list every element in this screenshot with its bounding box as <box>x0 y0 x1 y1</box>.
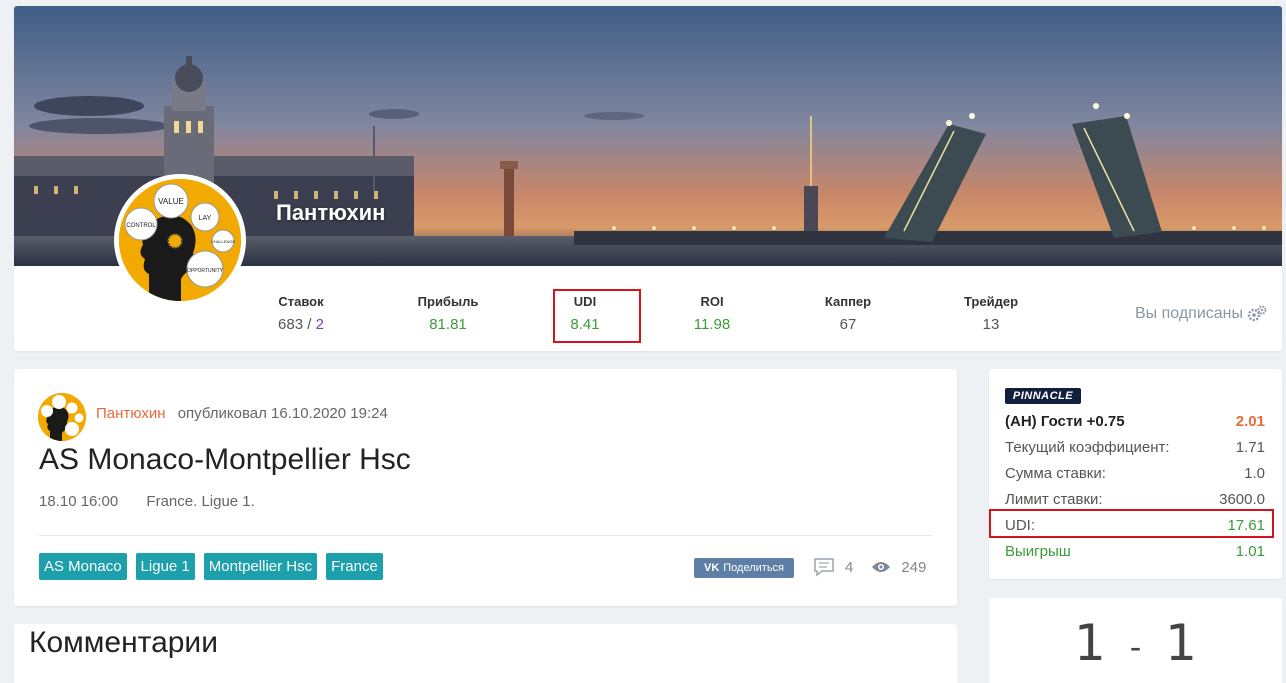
post-card: Пантюхин опубликовал 16.10.2020 19:24 AS… <box>14 369 957 606</box>
comments-card: Комментарии <box>14 624 957 683</box>
stat-profit: Прибыль 81.81 <box>403 294 493 333</box>
udi-highlight-box <box>553 289 641 343</box>
match-league: France. Ligue 1. <box>146 493 255 510</box>
stat-bets-extra[interactable]: 2 <box>316 316 324 333</box>
tag-as-monaco[interactable]: AS Monaco <box>39 553 127 580</box>
bet-row-value: 3600.0 <box>1219 491 1265 508</box>
bet-row-value: 1.01 <box>1235 543 1265 560</box>
vk-share-button[interactable]: VK Поделиться <box>694 558 794 578</box>
stat-trader: Трейдер 13 <box>946 294 1036 333</box>
bet-row-label: Текущий коэффициент: <box>1005 439 1170 456</box>
share-label: Поделиться <box>723 562 785 574</box>
post-published-text: опубликовал 16.10.2020 19:24 <box>177 405 388 422</box>
bet-udi-highlight-box <box>989 509 1274 538</box>
stat-bets-count: 683 <box>278 316 304 333</box>
vk-icon: VK <box>703 562 720 574</box>
bet-row-label: Выигрыш <box>1005 543 1071 560</box>
eye-icon <box>872 562 891 572</box>
stat-roi-label: ROI <box>700 294 724 309</box>
bet-row-value: 1.0 <box>1244 465 1265 482</box>
stat-bets-label: Ставок <box>278 294 324 309</box>
bet-odds: 2.01 <box>1235 413 1265 430</box>
avatar-word-value: VALUE <box>158 197 184 206</box>
bet-selection: (АН) Гости +0.75 <box>1005 413 1125 430</box>
post-author-link[interactable]: Пантюхин <box>96 405 166 422</box>
post-author-line: Пантюхин опубликовал 16.10.2020 19:24 <box>96 405 388 422</box>
post-counters: 4 249 <box>813 557 926 577</box>
pinnacle-logo: PINNACLE <box>1005 388 1081 404</box>
score-card: 1 - 1 <box>989 598 1282 683</box>
tag-ligue-1[interactable]: Ligue 1 <box>135 553 195 580</box>
avatar-word-control: CONTROL <box>126 223 156 229</box>
score-home: 1 <box>1074 614 1106 672</box>
stat-roi: ROI 11.98 <box>667 294 757 333</box>
bet-row-current-odds: Текущий коэффициент: 1.71 <box>1005 439 1265 456</box>
stat-profit-value: 81.81 <box>429 316 467 333</box>
stat-capper: Каппер 67 <box>803 294 893 333</box>
score-away: 1 <box>1165 614 1197 672</box>
stat-roi-value: 11.98 <box>693 316 731 333</box>
stat-bets-value: 683 / 2 <box>278 316 324 333</box>
avatar-word-opportunity: OPPORTUNITY <box>187 268 224 274</box>
profile-name: Пантюхин <box>276 200 386 225</box>
match-title[interactable]: AS Monaco-Montpellier Hsc <box>39 443 411 477</box>
bet-row-label: Лимит ставки: <box>1005 491 1103 508</box>
comments-title: Комментарии <box>29 626 218 659</box>
profile-avatar[interactable]: VALUE CONTROL LAY CHALLENGE OPPORTUNITY <box>114 174 246 306</box>
avatar-image: VALUE CONTROL LAY CHALLENGE OPPORTUNITY <box>119 179 241 301</box>
bet-card: PINNACLE (АН) Гости +0.75 2.01 Текущий к… <box>989 369 1282 579</box>
match-date: 18.10 16:00 <box>39 493 119 510</box>
stat-trader-label: Трейдер <box>963 294 1019 309</box>
bet-row-label: Сумма ставки: <box>1005 465 1106 482</box>
tag-list: AS Monaco Ligue 1 Montpellier Hsc France <box>39 553 383 580</box>
stat-profit-label: Прибыль <box>417 294 479 309</box>
divider <box>39 535 932 536</box>
stat-bets: Ставок 683 / 2 <box>256 294 346 333</box>
match-meta: 18.10 16:00 France. Ligue 1. <box>39 493 255 510</box>
stat-capper-label: Каппер <box>824 294 872 309</box>
gears-icon <box>1247 305 1267 322</box>
subscribed-label: Вы подписаны <box>1135 305 1243 322</box>
bet-row-value: 1.71 <box>1235 439 1265 456</box>
match-score: 1 - 1 <box>989 614 1282 672</box>
avatar-word-lay: LAY <box>199 215 212 222</box>
avatar-small-image <box>38 393 86 441</box>
stat-capper-value: 67 <box>839 316 857 333</box>
tag-montpellier-hsc[interactable]: Montpellier Hsc <box>203 553 318 580</box>
bet-row-win: Выигрыш 1.01 <box>1005 543 1265 560</box>
subscribed-button[interactable]: Вы подписаны <box>1135 305 1267 323</box>
avatar-word-challenge: CHALLENGE <box>211 239 236 244</box>
views-count: 249 <box>901 558 927 576</box>
bet-row-limit: Лимит ставки: 3600.0 <box>1005 491 1265 508</box>
bet-selection-row: (АН) Гости +0.75 2.01 <box>1005 413 1265 430</box>
score-separator: - <box>1129 627 1142 666</box>
tag-france[interactable]: France <box>326 553 383 580</box>
comment-icon[interactable] <box>813 557 835 577</box>
post-author-avatar[interactable] <box>38 393 86 441</box>
stat-trader-value: 13 <box>982 316 1000 333</box>
comments-count: 4 <box>845 558 854 576</box>
bet-row-stake: Сумма ставки: 1.0 <box>1005 465 1265 482</box>
